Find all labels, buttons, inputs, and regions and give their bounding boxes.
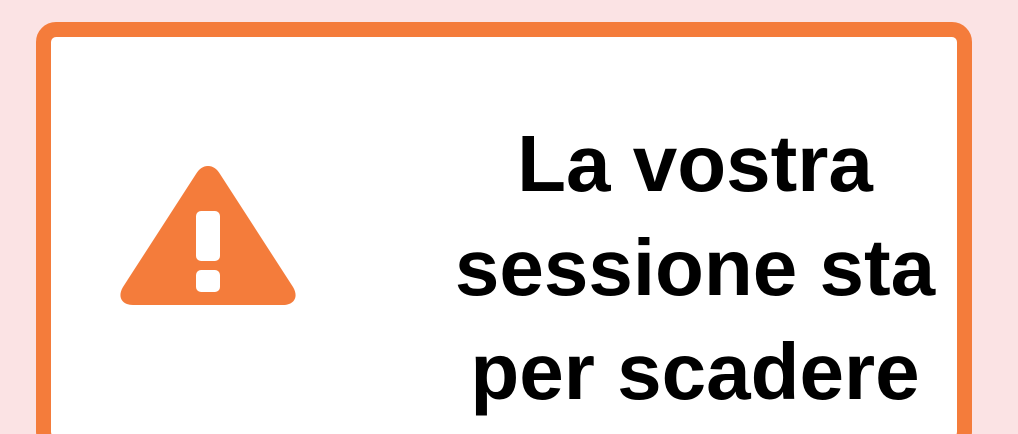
- warning-triangle-icon: [120, 166, 296, 305]
- message-line-2: sessione sta: [454, 223, 936, 312]
- session-expiry-warning-page: La vostra sessione sta per scadere: [0, 0, 1018, 434]
- message-line-1: La vostra: [517, 119, 873, 208]
- message-line-3: per scadere: [470, 327, 920, 416]
- session-expiry-message: La vostra sessione sta per scadere: [395, 112, 995, 424]
